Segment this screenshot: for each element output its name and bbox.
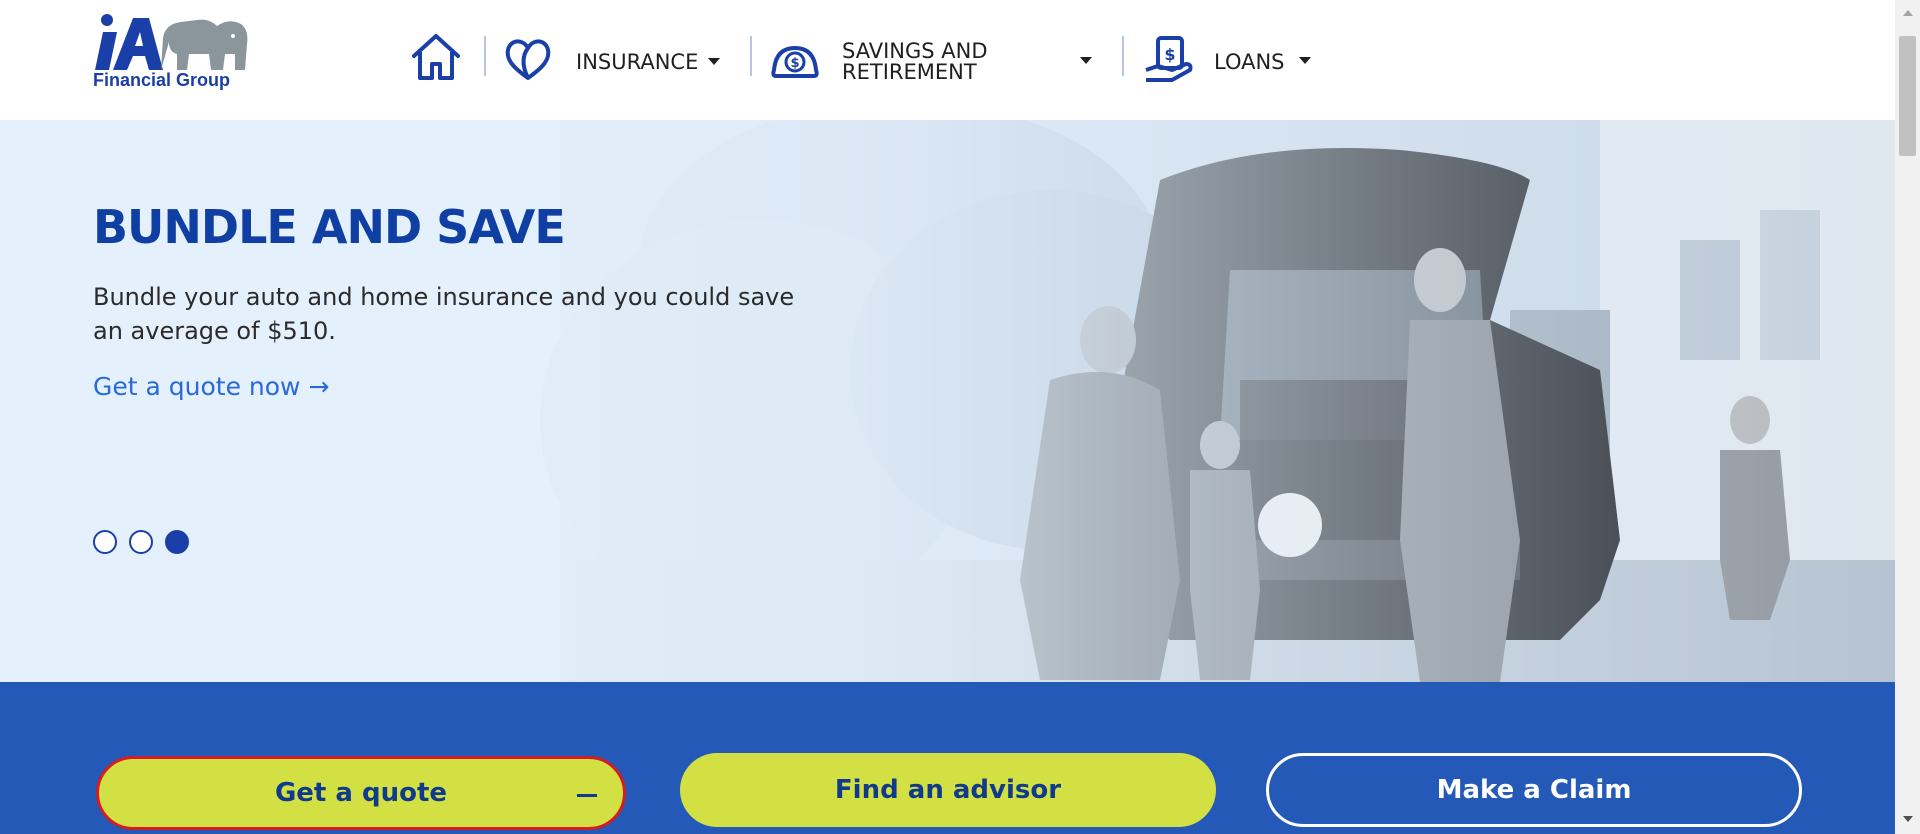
make-a-claim-label: Make a Claim: [1436, 775, 1632, 805]
scroll-up-arrow-icon[interactable]: [1903, 10, 1913, 16]
hand-money-icon: $: [1145, 36, 1193, 82]
minus-icon: [577, 794, 597, 797]
carousel-dot-3[interactable]: [165, 530, 189, 554]
page: Financial Group INSURANCE $ SAVINGS AND: [0, 0, 1920, 834]
nav-label-insurance: INSURANCE: [576, 50, 699, 74]
scroll-thumb[interactable]: [1899, 36, 1916, 156]
chevron-down-icon: [1080, 57, 1092, 64]
svg-text:$: $: [790, 56, 799, 71]
nav-divider: [484, 36, 486, 76]
logo-subtitle: Financial Group: [93, 70, 231, 90]
action-band: Get a quote Find an advisor Make a Claim: [0, 682, 1895, 834]
find-an-advisor-label: Find an advisor: [834, 775, 1062, 805]
heart-icon: [505, 39, 551, 80]
get-quote-now-link[interactable]: Get a quote now →: [93, 372, 329, 401]
piggy-bank-icon: $: [771, 46, 819, 78]
hero-title: BUNDLE AND SAVE: [93, 200, 566, 254]
nav-label-savings: SAVINGS AND: [842, 39, 988, 63]
home-icon[interactable]: [410, 32, 462, 80]
site-header: Financial Group INSURANCE $ SAVINGS AND: [0, 0, 1895, 120]
nav-label-loans: LOANS: [1214, 50, 1285, 74]
get-a-quote-label: Get a quote: [274, 778, 448, 808]
nav-divider: [750, 36, 752, 76]
chevron-down-icon: [708, 58, 720, 65]
make-a-claim-button[interactable]: Make a Claim: [1266, 753, 1802, 827]
get-a-quote-button[interactable]: Get a quote: [96, 756, 626, 830]
find-an-advisor-button[interactable]: Find an advisor: [680, 753, 1216, 827]
carousel-dot-1[interactable]: [93, 530, 117, 554]
scroll-down-arrow-icon[interactable]: [1903, 816, 1913, 822]
chevron-down-icon: [1299, 57, 1311, 64]
hero-banner: BUNDLE AND SAVE Bundle your auto and hom…: [0, 120, 1895, 682]
page-scrollbar[interactable]: [1895, 0, 1920, 834]
svg-text:$: $: [1164, 45, 1175, 64]
ia-logo[interactable]: Financial Group: [93, 14, 253, 100]
nav-divider: [1122, 36, 1124, 76]
hero-description: Bundle your auto and home insurance and …: [93, 283, 795, 345]
nav-label-retirement: RETIREMENT: [842, 60, 977, 84]
ia-elephant-logo-icon: [95, 14, 248, 71]
carousel-dot-2[interactable]: [129, 530, 153, 554]
